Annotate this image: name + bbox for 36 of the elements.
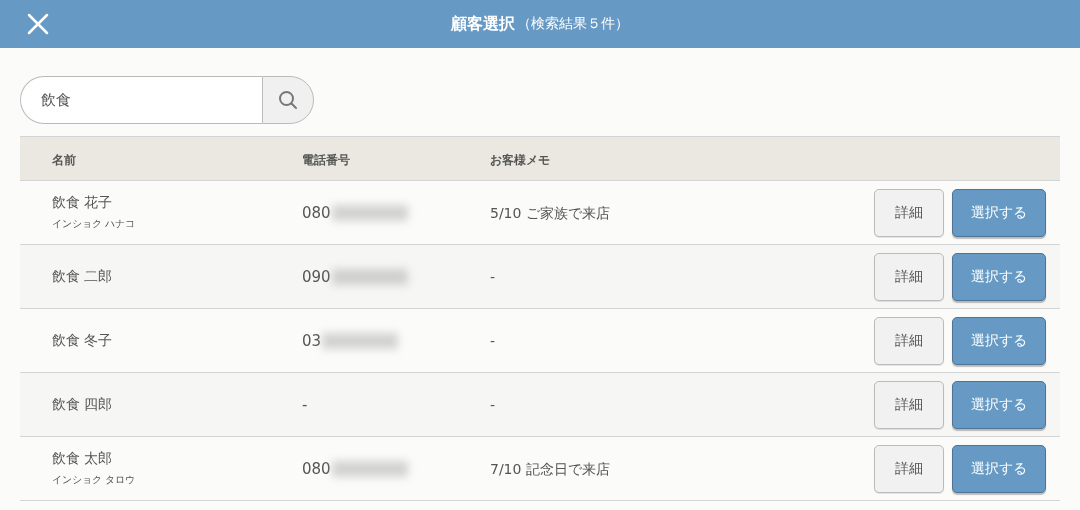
search-icon <box>278 90 298 110</box>
table-row[interactable]: 飲食 四郎 - - 詳細 選択する <box>20 373 1060 437</box>
customer-memo: - <box>490 333 496 349</box>
customer-name: 飲食 花子 <box>52 194 114 212</box>
column-header: お客様メモ <box>490 152 550 167</box>
customer-memo: - <box>490 269 496 285</box>
table-row[interactable]: 飲食 太郎 インショク タロウ 080 7/10 記念日で来店 詳細 選択する <box>20 437 1060 501</box>
result-count: （検索結果５件） <box>517 15 629 33</box>
customer-kana: インショク タロウ <box>52 473 137 487</box>
phone-number: 090 <box>302 267 331 286</box>
detail-button[interactable]: 詳細 <box>874 316 944 365</box>
table-row[interactable]: 飲食 花子 インショク ハナコ 080 5/10 ご家族で来店 詳細 選択する <box>20 181 1060 245</box>
detail-button[interactable]: 詳細 <box>874 444 944 493</box>
table-row[interactable]: 飲食 二郎 090 - 詳細 選択する <box>20 245 1060 309</box>
phone-number: 03 <box>302 331 322 350</box>
search-button[interactable] <box>262 76 314 124</box>
customer-memo: - <box>490 397 496 413</box>
column-header: 電話番号 <box>302 152 350 167</box>
detail-button[interactable]: 詳細 <box>874 252 944 301</box>
window-title: 顧客選択 <box>451 13 515 35</box>
customer-memo: 7/10 記念日で来店 <box>490 460 610 477</box>
close-icon[interactable] <box>27 13 49 35</box>
column-header: 名前 <box>52 152 76 167</box>
phone-number: 080 <box>302 203 331 222</box>
customer-memo: 5/10 ご家族で来店 <box>490 204 610 221</box>
customer-name: 飲食 二郎 <box>52 267 114 286</box>
detail-button[interactable]: 詳細 <box>874 188 944 237</box>
phone-number: - <box>302 395 308 414</box>
customer-name: 飲食 冬子 <box>52 331 114 350</box>
customer-kana: インショク ハナコ <box>52 217 137 231</box>
detail-button[interactable]: 詳細 <box>874 380 944 429</box>
customer-name: 飲食 太郎 <box>52 450 114 468</box>
customer-name: 飲食 四郎 <box>52 395 114 414</box>
phone-number: 080 <box>302 459 331 478</box>
table-row[interactable]: 飲食 冬子 03 - 詳細 選択する <box>20 309 1060 373</box>
search-field[interactable]: 飲食 <box>20 76 262 124</box>
